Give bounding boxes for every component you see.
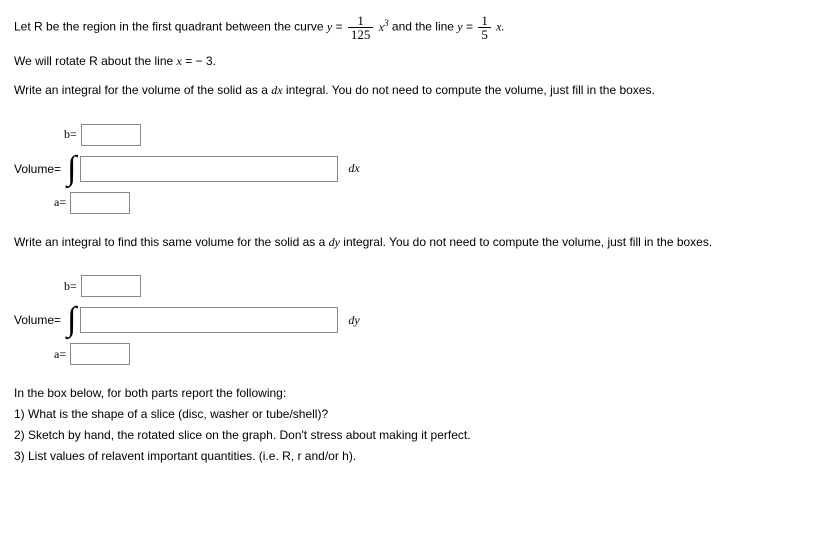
differential-dx: dx [348,161,359,176]
b-row-dy: b= [64,275,804,297]
b-label-dx: b= [64,127,77,142]
dy-instr1: Write an integral to find this same volu… [14,235,329,249]
a-row-dx: a= [54,192,804,214]
rotate-line: We will rotate R about the line x = − 3. [14,53,804,70]
dx-instr1: Write an integral for the volume of the … [14,83,271,97]
footer-l1: In the box below, for both parts report … [14,385,804,402]
fraction-1: 1 125 [348,14,374,41]
integral-symbol-dy: ∫ [67,303,76,337]
and-line-text: and the line [392,20,457,34]
integral-dy-group: b= Volume = ∫ dy a= [14,275,804,365]
volume-label-dy: Volume [14,313,54,327]
equals-dx: = [54,162,61,176]
a-label-dx: a= [54,195,66,210]
integrand-input-dy[interactable] [80,307,338,333]
b-input-dy[interactable] [81,275,141,297]
a-input-dy[interactable] [70,343,130,365]
eq2: = [466,20,476,34]
eq3: = [185,54,195,68]
volume-row-dx: Volume = ∫ dx [14,152,804,186]
b-label-dy: b= [64,279,77,294]
neg3: − 3. [196,54,216,68]
x-var: x. [496,20,504,34]
footer-l3: 2) Sketch by hand, the rotated slice on … [14,427,804,444]
dy-instruction: Write an integral to find this same volu… [14,234,804,251]
integral-symbol-dx: ∫ [67,152,76,186]
fraction-2: 1 5 [478,14,491,41]
volume-row-dy: Volume = ∫ dy [14,303,804,337]
intro-pre: Let R be the region in the first quadran… [14,20,327,34]
dy-instr2: integral. You do not need to compute the… [340,235,712,249]
equals-dy: = [54,313,61,327]
dx-instr2: integral. You do not need to compute the… [283,83,655,97]
x-eq: x [177,54,182,68]
frac1-num: 1 [348,14,374,28]
volume-label-dx: Volume [14,162,54,176]
frac2-num: 1 [478,14,491,28]
differential-dy: dy [348,313,359,328]
rotate-pre: We will rotate R about the line [14,54,177,68]
y-var2: y [457,20,462,34]
frac2-den: 5 [478,28,491,41]
dy-sym: dy [329,235,340,249]
integrand-input-dx[interactable] [80,156,338,182]
dx-sym: dx [271,83,282,97]
a-row-dy: a= [54,343,804,365]
eq1: = [336,20,346,34]
x-cubed: x3 [379,20,389,34]
frac1-den: 125 [348,28,374,41]
footer-l4: 3) List values of relavent important qua… [14,448,804,465]
intro-line: Let R be the region in the first quadran… [14,14,804,41]
b-input-dx[interactable] [81,124,141,146]
dx-instruction: Write an integral for the volume of the … [14,82,804,99]
y-var: y [327,20,332,34]
b-row-dx: b= [64,124,804,146]
a-input-dx[interactable] [70,192,130,214]
a-label-dy: a= [54,347,66,362]
integral-dx-group: b= Volume = ∫ dx a= [14,124,804,214]
footer-l2: 1) What is the shape of a slice (disc, w… [14,406,804,423]
